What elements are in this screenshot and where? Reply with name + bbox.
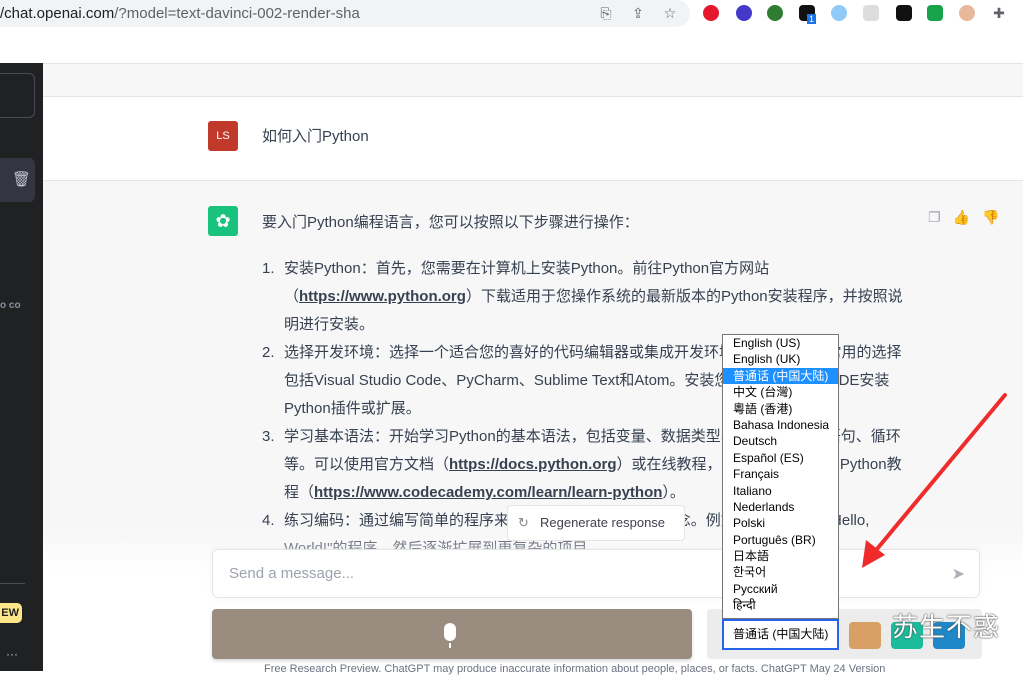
red-arrow-annotation [862,393,1007,568]
